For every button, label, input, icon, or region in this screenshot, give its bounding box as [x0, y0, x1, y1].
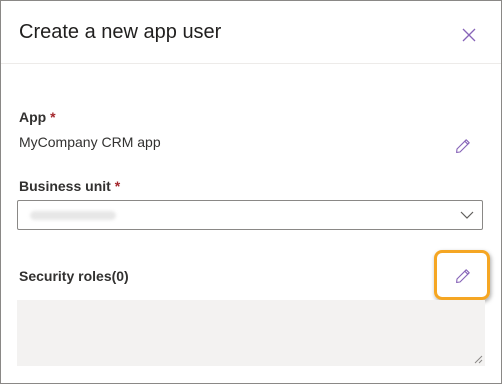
- create-app-user-dialog: Create a new app user App * MyCompany CR…: [0, 0, 502, 384]
- business-unit-label: Business unit *: [19, 178, 120, 194]
- security-roles-label: Security roles(0): [19, 268, 129, 284]
- edit-security-roles-button[interactable]: [451, 264, 475, 288]
- pencil-icon: [456, 269, 470, 283]
- app-label-text: App: [19, 109, 47, 125]
- close-icon: [462, 28, 476, 42]
- dialog-title: Create a new app user: [19, 21, 222, 43]
- app-value: MyCompany CRM app: [19, 134, 161, 150]
- business-unit-required-marker: *: [114, 178, 121, 194]
- pencil-icon: [456, 139, 470, 153]
- business-unit-label-text: Business unit: [19, 178, 111, 194]
- business-unit-selected-value-obscured: [30, 211, 116, 220]
- close-button[interactable]: [457, 23, 481, 47]
- resize-grip-icon[interactable]: [473, 354, 483, 364]
- header-divider: [1, 63, 501, 64]
- dropdown-toggle[interactable]: [458, 206, 476, 224]
- chevron-down-icon: [460, 211, 474, 219]
- edit-app-button[interactable]: [451, 134, 475, 158]
- app-required-marker: *: [50, 109, 56, 125]
- security-roles-list[interactable]: [17, 300, 485, 366]
- business-unit-dropdown[interactable]: [17, 200, 483, 230]
- app-label: App *: [19, 109, 56, 125]
